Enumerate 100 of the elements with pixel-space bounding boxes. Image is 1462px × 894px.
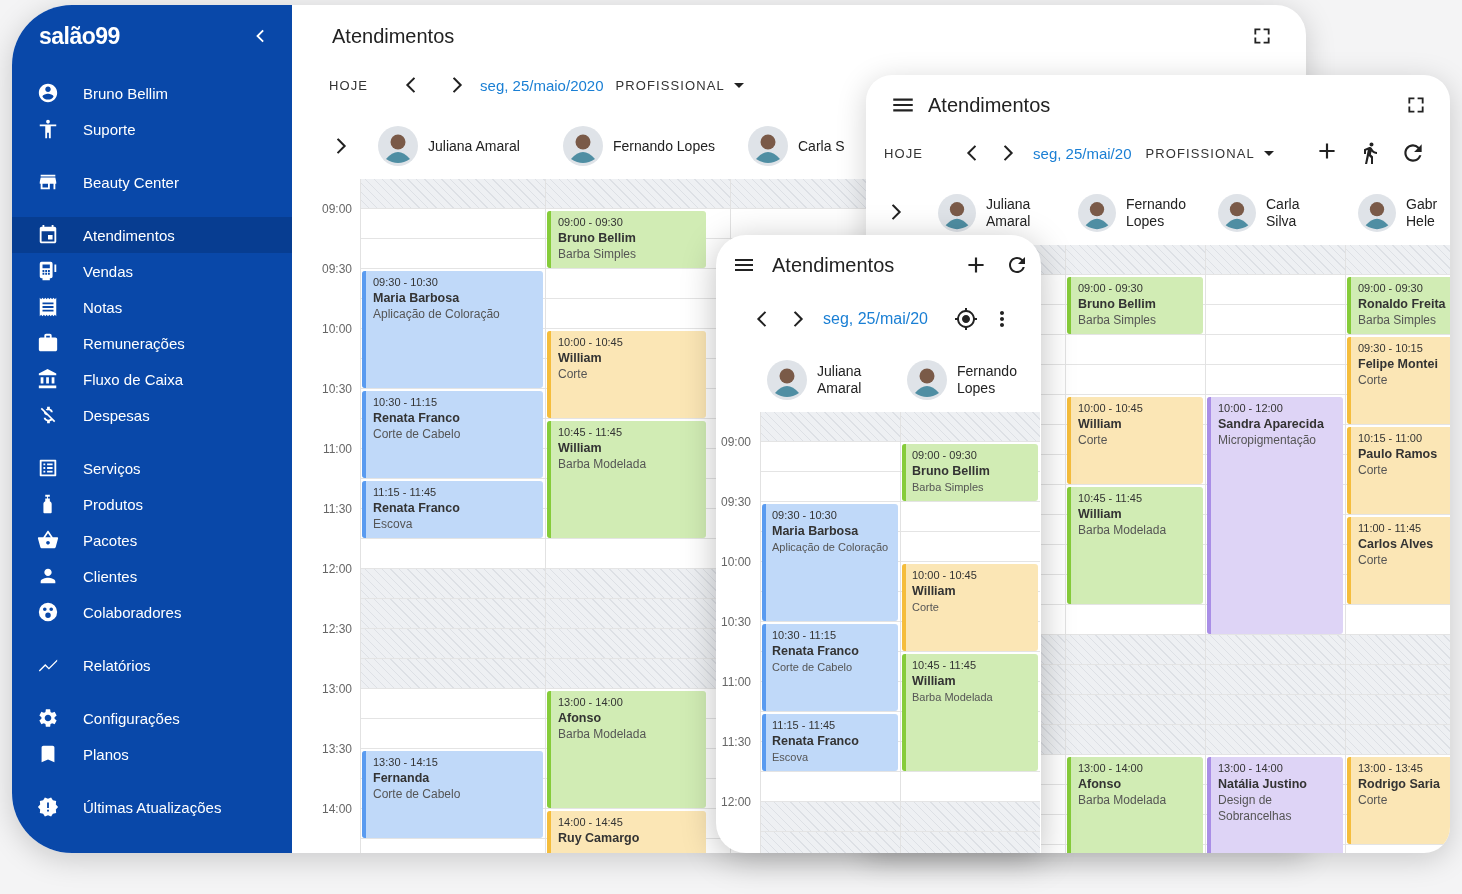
appointment-card[interactable]: 10:30 - 11:15 Renata Franco Corte de Cabelo: [762, 624, 898, 711]
sidebar-item[interactable]: Colaboradores: [12, 594, 292, 630]
client-name: Bruno Bellim: [558, 230, 637, 246]
client-name: Renata Franco: [772, 733, 859, 749]
sidebar-item[interactable]: Pacotes: [12, 522, 292, 558]
service-name: Corte: [1358, 552, 1389, 568]
client-name: William: [912, 673, 957, 689]
appointment-time: 10:45 - 11:45: [912, 658, 977, 673]
appointment-card[interactable]: 10:30 - 11:15 Renata Franco Corte de Cabelo: [362, 391, 543, 478]
appointment-time: 10:00 - 10:45: [558, 335, 623, 350]
time-label: 12:00: [720, 795, 752, 809]
professional-name[interactable]: Carla Silva: [1266, 196, 1300, 230]
sidebar-item[interactable]: Remunerações: [12, 325, 292, 361]
appointment-card[interactable]: 09:30 - 10:30 Maria Barbosa Aplicação de Coloração: [762, 504, 898, 621]
service-name: Escova: [373, 516, 414, 532]
service-name: Corte: [912, 600, 940, 615]
page-title: Atendimentos: [928, 93, 1052, 117]
professional-name[interactable]: Juliana Amaral: [428, 138, 520, 154]
sidebar-item[interactable]: Notas: [12, 289, 292, 325]
appointment-time: 09:30 - 10:15: [1358, 341, 1424, 356]
sidebar-item[interactable]: Fluxo de Caixa: [12, 361, 292, 397]
today-button[interactable]: HOJE: [884, 145, 924, 161]
sidebar-item[interactable]: Suporte: [12, 111, 292, 147]
service-name: Escova: [772, 750, 810, 765]
appointment-card[interactable]: 13:00 - 14:00 Afonso Barba Modelada: [1067, 757, 1203, 853]
appointment-card[interactable]: 09:30 - 10:15 Felipe Montei Corte: [1347, 337, 1450, 424]
appointment-card[interactable]: 10:15 - 11:00 Paulo Ramos Corte: [1347, 427, 1450, 514]
sidebar-item[interactable]: Relatórios: [12, 647, 292, 683]
service-name: Corte de Cabelo: [373, 426, 461, 442]
appointment-card[interactable]: 11:00 - 11:45 Carlos Alves Corte: [1347, 517, 1450, 604]
appointment-card[interactable]: 10:00 - 10:45 William Corte: [547, 331, 706, 418]
professional-name[interactable]: Gabr Hele: [1406, 196, 1438, 230]
client-name: Ronaldo Freita: [1358, 296, 1446, 312]
client-name: William: [1078, 416, 1123, 432]
sidebar-item[interactable]: Despesas: [12, 397, 292, 433]
professional-name[interactable]: Fernando Lopes: [1126, 196, 1186, 230]
sidebar-item[interactable]: Configurações: [12, 700, 292, 736]
professional-name[interactable]: Carla S: [798, 138, 845, 154]
appointment-time: 10:15 - 11:00: [1358, 431, 1423, 446]
time-label: 12:00: [322, 562, 354, 576]
professional-name[interactable]: Juliana Amaral: [817, 363, 862, 397]
appointment-card[interactable]: 10:45 - 11:45 William Barba Modelada: [547, 421, 706, 538]
time-label: 12:30: [322, 622, 354, 636]
appointment-card[interactable]: 13:00 - 14:00 Natália Justino Design de Sobrancelhas: [1207, 757, 1343, 853]
appointment-time: 09:30 - 10:30: [373, 275, 439, 290]
appointment-time: 09:30 - 10:30: [772, 508, 838, 523]
appointment-card[interactable]: 10:00 - 12:00 Sandra Aparecida Micropigmentação: [1207, 397, 1343, 634]
appointment-card[interactable]: 09:00 - 09:30 Ronaldo Freita Barba Simples: [1347, 277, 1450, 334]
service-name: Corte: [1358, 462, 1389, 478]
service-name: Barba Simples: [558, 246, 637, 262]
appointment-card[interactable]: 10:00 - 10:45 William Corte: [902, 564, 1038, 651]
time-label: 14:00: [322, 802, 354, 816]
professional-name[interactable]: Juliana Amaral: [986, 196, 1031, 230]
client-name: Renata Franco: [772, 643, 859, 659]
appointment-card[interactable]: 09:00 - 09:30 Bruno Bellim Barba Simples: [547, 211, 706, 268]
appointment-card[interactable]: 10:00 - 10:45 William Corte: [1067, 397, 1203, 484]
date-link[interactable]: seg, 25/mai/20: [1033, 144, 1132, 162]
sidebar-item[interactable]: Serviços: [12, 450, 292, 486]
appointment-card[interactable]: 14:00 - 14:45 Ruy Camargo: [547, 811, 706, 853]
client-name: Carlos Alves: [1358, 536, 1434, 552]
appointment-card[interactable]: 11:15 - 11:45 Renata Franco Escova: [762, 714, 898, 771]
appointment-card[interactable]: 10:45 - 11:45 William Barba Modelada: [1067, 487, 1203, 604]
appointment-time: 10:45 - 11:45: [1078, 491, 1143, 506]
client-name: William: [558, 440, 603, 456]
sidebar-item[interactable]: Produtos: [12, 486, 292, 522]
sidebar-item[interactable]: Bruno Bellim: [12, 75, 292, 111]
appointment-time: 13:00 - 14:00: [558, 695, 624, 710]
service-name: Micropigmentação: [1218, 432, 1318, 448]
appointment-card[interactable]: 10:45 - 11:45 William Barba Modelada: [902, 654, 1038, 771]
appointment-card[interactable]: 13:30 - 14:15 Fernanda Corte de Cabelo: [362, 751, 543, 838]
appointment-time: 11:00 - 11:45: [1358, 521, 1423, 536]
appointment-card[interactable]: 09:00 - 09:30 Bruno Bellim Barba Simples: [1067, 277, 1203, 334]
professional-name[interactable]: Fernando Lopes: [957, 363, 1017, 397]
today-button[interactable]: HOJE: [329, 77, 369, 93]
service-name: Corte de Cabelo: [373, 786, 461, 802]
appointment-time: 10:30 - 11:15: [772, 628, 837, 643]
sidebar-item[interactable]: Clientes: [12, 558, 292, 594]
date-link[interactable]: seg, 25/maio/2020: [480, 76, 604, 94]
appointment-card[interactable]: 13:00 - 13:45 Rodrigo Saria Corte: [1347, 757, 1450, 844]
appointment-card[interactable]: 09:00 - 09:30 Bruno Bellim Barba Simples: [902, 444, 1038, 501]
professional-dropdown[interactable]: PROFISSIONAL: [615, 73, 751, 97]
appointment-card[interactable]: 09:30 - 10:30 Maria Barbosa Aplicação de Coloração: [362, 271, 543, 388]
professional-dropdown[interactable]: PROFISSIONAL: [1145, 141, 1281, 165]
sidebar-item[interactable]: Atendimentos: [12, 217, 292, 253]
time-label: 11:30: [322, 502, 354, 516]
service-name: Corte: [558, 366, 589, 382]
service-name: Corte de Cabelo: [772, 660, 854, 675]
time-label: 10:00: [720, 555, 752, 569]
sidebar-item[interactable]: Planos: [12, 736, 292, 772]
sidebar-item[interactable]: Beauty Center: [12, 164, 292, 200]
appointment-card[interactable]: 13:00 - 14:00 Afonso Barba Modelada: [547, 691, 706, 808]
date-link[interactable]: seg, 25/mai/20: [823, 310, 928, 328]
time-label: 09:30: [322, 262, 354, 276]
appointment-card[interactable]: 11:15 - 11:45 Renata Franco Escova: [362, 481, 543, 538]
sidebar-item[interactable]: Últimas Atualizações: [12, 789, 292, 825]
service-name: Barba Modelada: [558, 726, 647, 742]
sidebar-item[interactable]: Vendas: [12, 253, 292, 289]
professional-name[interactable]: Fernando Lopes: [613, 138, 715, 154]
service-name: Design de Sobrancelhas: [1218, 792, 1293, 824]
appointment-time: 13:00 - 14:00: [1218, 761, 1284, 776]
